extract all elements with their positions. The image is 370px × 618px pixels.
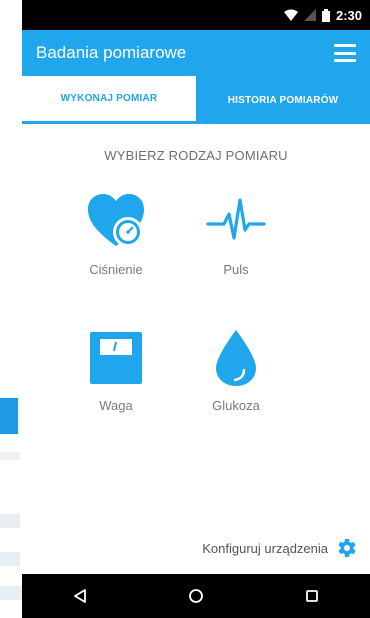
blood-pressure-heart-icon	[84, 190, 148, 254]
measurement-label: Puls	[223, 262, 249, 277]
app-bar: Badania pomiarowe	[22, 30, 370, 76]
measurement-cisnienie[interactable]: Ciśnienie	[56, 190, 176, 277]
background-row	[0, 514, 20, 528]
app-window: 2:30 Badania pomiarowe WYKONAJ POMIAR HI…	[22, 0, 370, 618]
measurement-label: Glukoza	[212, 398, 260, 413]
configure-devices-button[interactable]: Konfiguruj urządzenia	[202, 536, 358, 560]
recent-apps-icon[interactable]	[292, 576, 332, 616]
screen: 2:30 Badania pomiarowe WYKONAJ POMIAR HI…	[0, 0, 370, 618]
tab-wykonaj-pomiar[interactable]: WYKONAJ POMIAR	[22, 76, 196, 124]
battery-icon	[321, 8, 330, 22]
measurement-waga[interactable]: Waga	[56, 326, 176, 413]
measurement-puls[interactable]: Puls	[176, 190, 296, 277]
background-row	[0, 552, 20, 566]
app-title: Badania pomiarowe	[36, 43, 187, 62]
back-icon[interactable]	[60, 576, 100, 616]
measurement-prompt: WYBIERZ RODZAJ POMIARU	[104, 148, 288, 163]
measurement-label: Waga	[99, 398, 133, 413]
wifi-icon	[283, 9, 298, 21]
clock: 2:30	[335, 7, 362, 23]
status-bar: 2:30	[22, 0, 370, 30]
gear-icon	[334, 536, 358, 560]
measurement-glukoza[interactable]: Glukoza	[176, 326, 296, 413]
system-nav-bar	[22, 574, 370, 618]
tab-historia-pomiarow[interactable]: HISTORIA POMIARÓW	[196, 76, 370, 124]
home-icon[interactable]	[176, 576, 216, 616]
pulse-wave-icon	[204, 190, 268, 254]
background-row	[0, 586, 22, 600]
background-app-edge	[0, 0, 22, 618]
tab-bar: WYKONAJ POMIAR HISTORIA POMIARÓW	[22, 76, 370, 124]
signal-icon	[303, 9, 316, 21]
scale-icon	[84, 326, 148, 390]
measurement-label: Ciśnienie	[89, 262, 143, 277]
background-accent-block	[0, 398, 18, 434]
background-row	[0, 452, 20, 460]
configure-devices-label: Konfiguruj urządzenia	[202, 540, 328, 556]
glucose-drop-icon	[204, 326, 268, 390]
hamburger-menu-icon[interactable]	[334, 44, 356, 62]
